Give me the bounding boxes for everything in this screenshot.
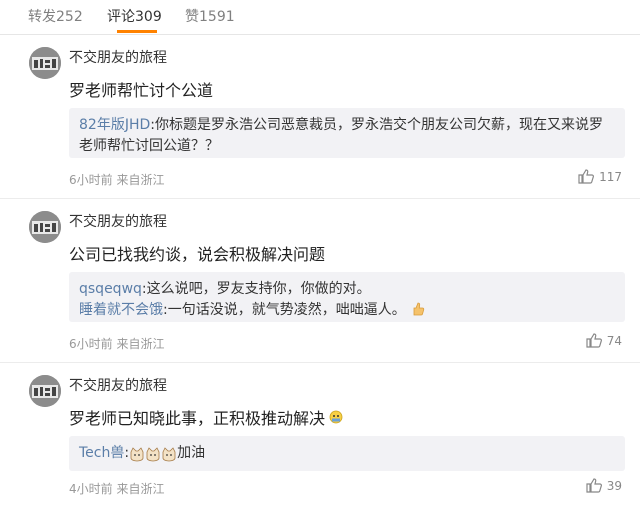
reply-username[interactable]: 82年版JHD bbox=[79, 117, 150, 133]
comment-tabs: 转发252 评论309 赞1591 bbox=[0, 0, 640, 35]
tab-likes[interactable]: 赞1591 bbox=[185, 6, 235, 26]
comment-username[interactable]: 不交朋友的旅程 bbox=[69, 47, 167, 67]
reply-text: :一句话没说，就气势凌然，咄咄逼人。 bbox=[163, 302, 406, 318]
thumbs-up-emoji-icon bbox=[413, 302, 425, 316]
active-tab-indicator bbox=[117, 30, 157, 33]
reply-username[interactable]: qsqeqwq bbox=[79, 281, 142, 297]
comment-text: 公司已找我约谈，说会积极解决问题 bbox=[69, 245, 326, 264]
comment-username[interactable]: 不交朋友的旅程 bbox=[69, 375, 167, 395]
comment-item: 不交朋友的旅程 公司已找我约谈，说会积极解决问题 qsqeqwq:这么说吧，罗友… bbox=[0, 199, 640, 363]
cat-emoji-icon bbox=[146, 446, 160, 461]
like-count: 117 bbox=[599, 169, 622, 184]
reply-username[interactable]: Tech兽 bbox=[79, 443, 124, 464]
comment-item: 不交朋友的旅程 罗老师帮忙讨个公道 82年版JHD:你标题是罗永浩公司恶意裁员，… bbox=[0, 35, 640, 199]
thumbs-up-icon bbox=[586, 333, 602, 348]
like-button[interactable]: 39 bbox=[586, 478, 622, 493]
like-count: 39 bbox=[606, 478, 622, 493]
emoji-icon bbox=[329, 410, 343, 424]
cat-emoji-icon bbox=[162, 446, 176, 461]
tab-comments[interactable]: 评论309 bbox=[107, 6, 162, 26]
comment-item: 不交朋友的旅程 罗老师已知晓此事，正积极推动解决 Tech兽: 加油 4小时前 … bbox=[0, 363, 640, 511]
reply-box: Tech兽: 加油 bbox=[69, 436, 625, 471]
like-count: 74 bbox=[606, 333, 622, 348]
reply-box: 82年版JHD:你标题是罗永浩公司恶意裁员，罗永浩交个朋友公司欠薪，现在又来说罗… bbox=[69, 108, 625, 158]
like-button[interactable]: 117 bbox=[578, 169, 622, 184]
comment-meta: 4小时前 来自浙江 bbox=[69, 482, 165, 496]
reply-text: 加油 bbox=[177, 445, 206, 461]
reply-text: :你标题是罗永浩公司恶意裁员，罗永浩交个朋友公司欠薪，现在又来说罗老师帮忙讨回公… bbox=[79, 117, 603, 154]
like-button[interactable]: 74 bbox=[586, 333, 622, 348]
avatar[interactable] bbox=[29, 47, 61, 79]
comment-text: 罗老师已知晓此事，正积极推动解决 bbox=[69, 409, 326, 428]
reply-text: :这么说吧，罗友支持你，你做的对。 bbox=[141, 281, 371, 297]
reply-line: qsqeqwq:这么说吧，罗友支持你，你做的对。 bbox=[79, 279, 615, 300]
cat-emoji-icon bbox=[130, 446, 144, 461]
tab-reposts[interactable]: 转发252 bbox=[28, 6, 83, 26]
reply-line: 睡着就不会饿:一句话没说，就气势凌然，咄咄逼人。 bbox=[79, 300, 615, 321]
avatar[interactable] bbox=[29, 375, 61, 407]
comment-text: 罗老师帮忙讨个公道 bbox=[69, 81, 214, 100]
comment-meta: 6小时前 来自浙江 bbox=[69, 173, 165, 187]
reply-username[interactable]: 睡着就不会饿 bbox=[79, 302, 163, 318]
comment-username[interactable]: 不交朋友的旅程 bbox=[69, 211, 167, 231]
reply-box: qsqeqwq:这么说吧，罗友支持你，你做的对。 睡着就不会饿:一句话没说，就气… bbox=[69, 272, 625, 322]
thumbs-up-icon bbox=[578, 169, 595, 184]
comment-text-row: 罗老师已知晓此事，正积极推动解决 bbox=[69, 405, 344, 429]
avatar[interactable] bbox=[29, 211, 61, 243]
comment-meta: 6小时前 来自浙江 bbox=[69, 337, 165, 351]
thumbs-up-icon bbox=[586, 478, 602, 493]
